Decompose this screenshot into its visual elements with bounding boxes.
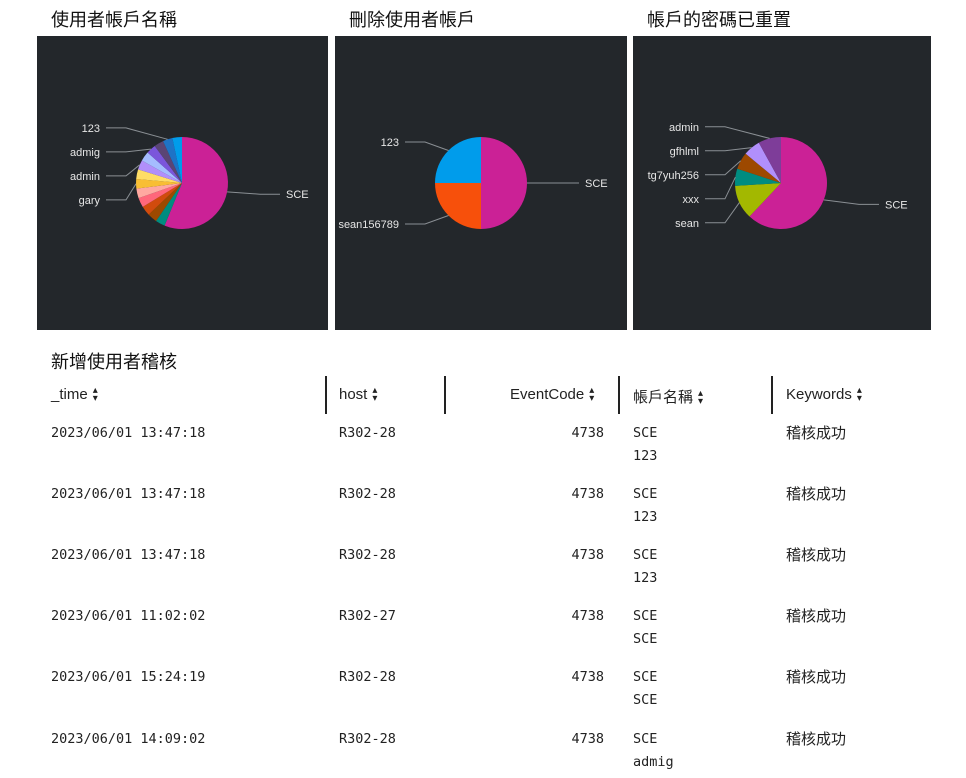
column-divider[interactable] bbox=[325, 376, 327, 414]
pie-slice-label: xxx bbox=[683, 194, 700, 206]
column-header-keywords[interactable]: Keywords ▴ ▾ bbox=[786, 386, 862, 404]
cell-host: R302-28 bbox=[339, 486, 396, 502]
cell-eventcode: 4738 bbox=[571, 731, 604, 747]
column-header-eventcode[interactable]: EventCode ▴ ▾ bbox=[510, 386, 594, 404]
cell-account-name: 123 bbox=[633, 570, 658, 586]
cell-eventcode: 4738 bbox=[571, 425, 604, 441]
cell-host: R302-28 bbox=[339, 669, 396, 685]
cell-eventcode: 4738 bbox=[571, 669, 604, 685]
sort-arrows-icon[interactable]: ▴ ▾ bbox=[589, 386, 594, 404]
column-divider[interactable] bbox=[618, 376, 620, 414]
column-header-account-name[interactable]: 帳戶名稱 ▴ ▾ bbox=[633, 386, 703, 407]
cell-time: 2023/06/01 13:47:18 bbox=[51, 486, 206, 502]
cell-account-name: SCE bbox=[633, 608, 658, 624]
cell-host: R302-28 bbox=[339, 731, 396, 747]
password-reset-pie-panel[interactable]: SCE admin gfhlml tg7yuh256 xxx sean bbox=[633, 36, 931, 330]
pie-leader-line bbox=[106, 164, 141, 177]
pie-leader-line bbox=[106, 148, 151, 153]
pie-leader-line bbox=[106, 183, 137, 201]
cell-host: R302-28 bbox=[339, 425, 396, 441]
pie-leader-line bbox=[705, 176, 736, 200]
pie-slice-label: admin bbox=[70, 171, 100, 183]
pie-slice-label: 123 bbox=[381, 137, 399, 149]
pie-leader-line bbox=[405, 141, 449, 151]
cell-keywords: 稽核成功 bbox=[786, 546, 847, 564]
cell-account-name: SCE bbox=[633, 731, 658, 747]
cell-keywords: 稽核成功 bbox=[786, 424, 847, 442]
account-names-pie-panel[interactable]: SCE 123 admig admin gary bbox=[37, 36, 328, 330]
pie-leader-line bbox=[705, 202, 740, 224]
pie-leader-line bbox=[405, 215, 449, 225]
cell-account-name: 123 bbox=[633, 448, 658, 464]
column-divider[interactable] bbox=[771, 376, 773, 414]
panel-title-account-names: 使用者帳戶名稱 bbox=[51, 10, 177, 31]
cell-account-name: SCE bbox=[633, 486, 658, 502]
pie-slice-label: SCE bbox=[286, 189, 309, 201]
pie-slice-label: 123 bbox=[82, 123, 100, 135]
cell-time: 2023/06/01 14:09:02 bbox=[51, 731, 206, 747]
pie-slice-label: tg7yuh256 bbox=[648, 170, 699, 182]
cell-eventcode: 4738 bbox=[571, 608, 604, 624]
cell-account-name: SCE bbox=[633, 425, 658, 441]
pie-slice-label: SCE bbox=[585, 178, 608, 190]
sort-arrows-icon[interactable]: ▴ ▾ bbox=[698, 389, 703, 407]
pie-leader-line bbox=[227, 191, 280, 195]
column-divider[interactable] bbox=[444, 376, 446, 414]
cell-eventcode: 4738 bbox=[571, 486, 604, 502]
cell-time: 2023/06/01 11:02:02 bbox=[51, 608, 206, 624]
sort-arrows-icon[interactable]: ▴ ▾ bbox=[93, 386, 98, 404]
cell-host: R302-28 bbox=[339, 547, 396, 563]
password-reset-pie-chart[interactable]: SCE admin gfhlml tg7yuh256 xxx sean bbox=[633, 36, 931, 330]
panel-title-password-reset: 帳戶的密碼已重置 bbox=[647, 10, 791, 31]
pie-slice[interactable] bbox=[435, 137, 481, 183]
pie-leader-line bbox=[705, 147, 752, 152]
pie-slice-label: sean bbox=[675, 218, 699, 230]
cell-host: R302-27 bbox=[339, 608, 396, 624]
deleted-accounts-pie-chart[interactable]: SCE 123 sean156789 bbox=[335, 36, 627, 330]
pie-slice[interactable] bbox=[481, 137, 527, 229]
cell-account-name: SCE bbox=[633, 631, 658, 647]
sort-arrows-icon[interactable]: ▴ ▾ bbox=[372, 386, 377, 404]
cell-time: 2023/06/01 13:47:18 bbox=[51, 425, 206, 441]
cell-account-name: 123 bbox=[633, 509, 658, 525]
pie-slice-label: admig bbox=[70, 147, 100, 159]
column-header-host[interactable]: host ▴ ▾ bbox=[339, 386, 377, 404]
cell-account-name: SCE bbox=[633, 692, 658, 708]
pie-slice-label: admin bbox=[669, 122, 699, 134]
pie-leader-line bbox=[705, 126, 770, 139]
pie-slice-label: gary bbox=[79, 195, 101, 207]
panel-title-deleted-accounts: 刪除使用者帳戶 bbox=[349, 10, 475, 31]
pie-leader-line bbox=[106, 127, 168, 140]
cell-keywords: 稽核成功 bbox=[786, 668, 847, 686]
cell-time: 2023/06/01 15:24:19 bbox=[51, 669, 206, 685]
pie-leader-line bbox=[705, 160, 742, 176]
deleted-accounts-pie-panel[interactable]: SCE 123 sean156789 bbox=[335, 36, 627, 330]
cell-eventcode: 4738 bbox=[571, 547, 604, 563]
pie-slice[interactable] bbox=[435, 183, 481, 229]
pie-leader-line bbox=[823, 199, 879, 205]
account-names-pie-chart[interactable]: SCE 123 admig admin gary bbox=[37, 36, 328, 330]
cell-account-name: SCE bbox=[633, 547, 658, 563]
cell-account-name: admig bbox=[633, 754, 674, 770]
audit-table-title: 新增使用者稽核 bbox=[51, 352, 177, 373]
pie-slice-label: SCE bbox=[885, 199, 908, 211]
cell-account-name: SCE bbox=[633, 669, 658, 685]
column-header-time[interactable]: _time ▴ ▾ bbox=[51, 386, 98, 404]
pie-slice-label: gfhlml bbox=[670, 146, 699, 158]
pie-slice-label: sean156789 bbox=[338, 219, 399, 231]
cell-keywords: 稽核成功 bbox=[786, 607, 847, 625]
cell-keywords: 稽核成功 bbox=[786, 485, 847, 503]
cell-time: 2023/06/01 13:47:18 bbox=[51, 547, 206, 563]
cell-keywords: 稽核成功 bbox=[786, 730, 847, 748]
sort-arrows-icon[interactable]: ▴ ▾ bbox=[857, 386, 862, 404]
